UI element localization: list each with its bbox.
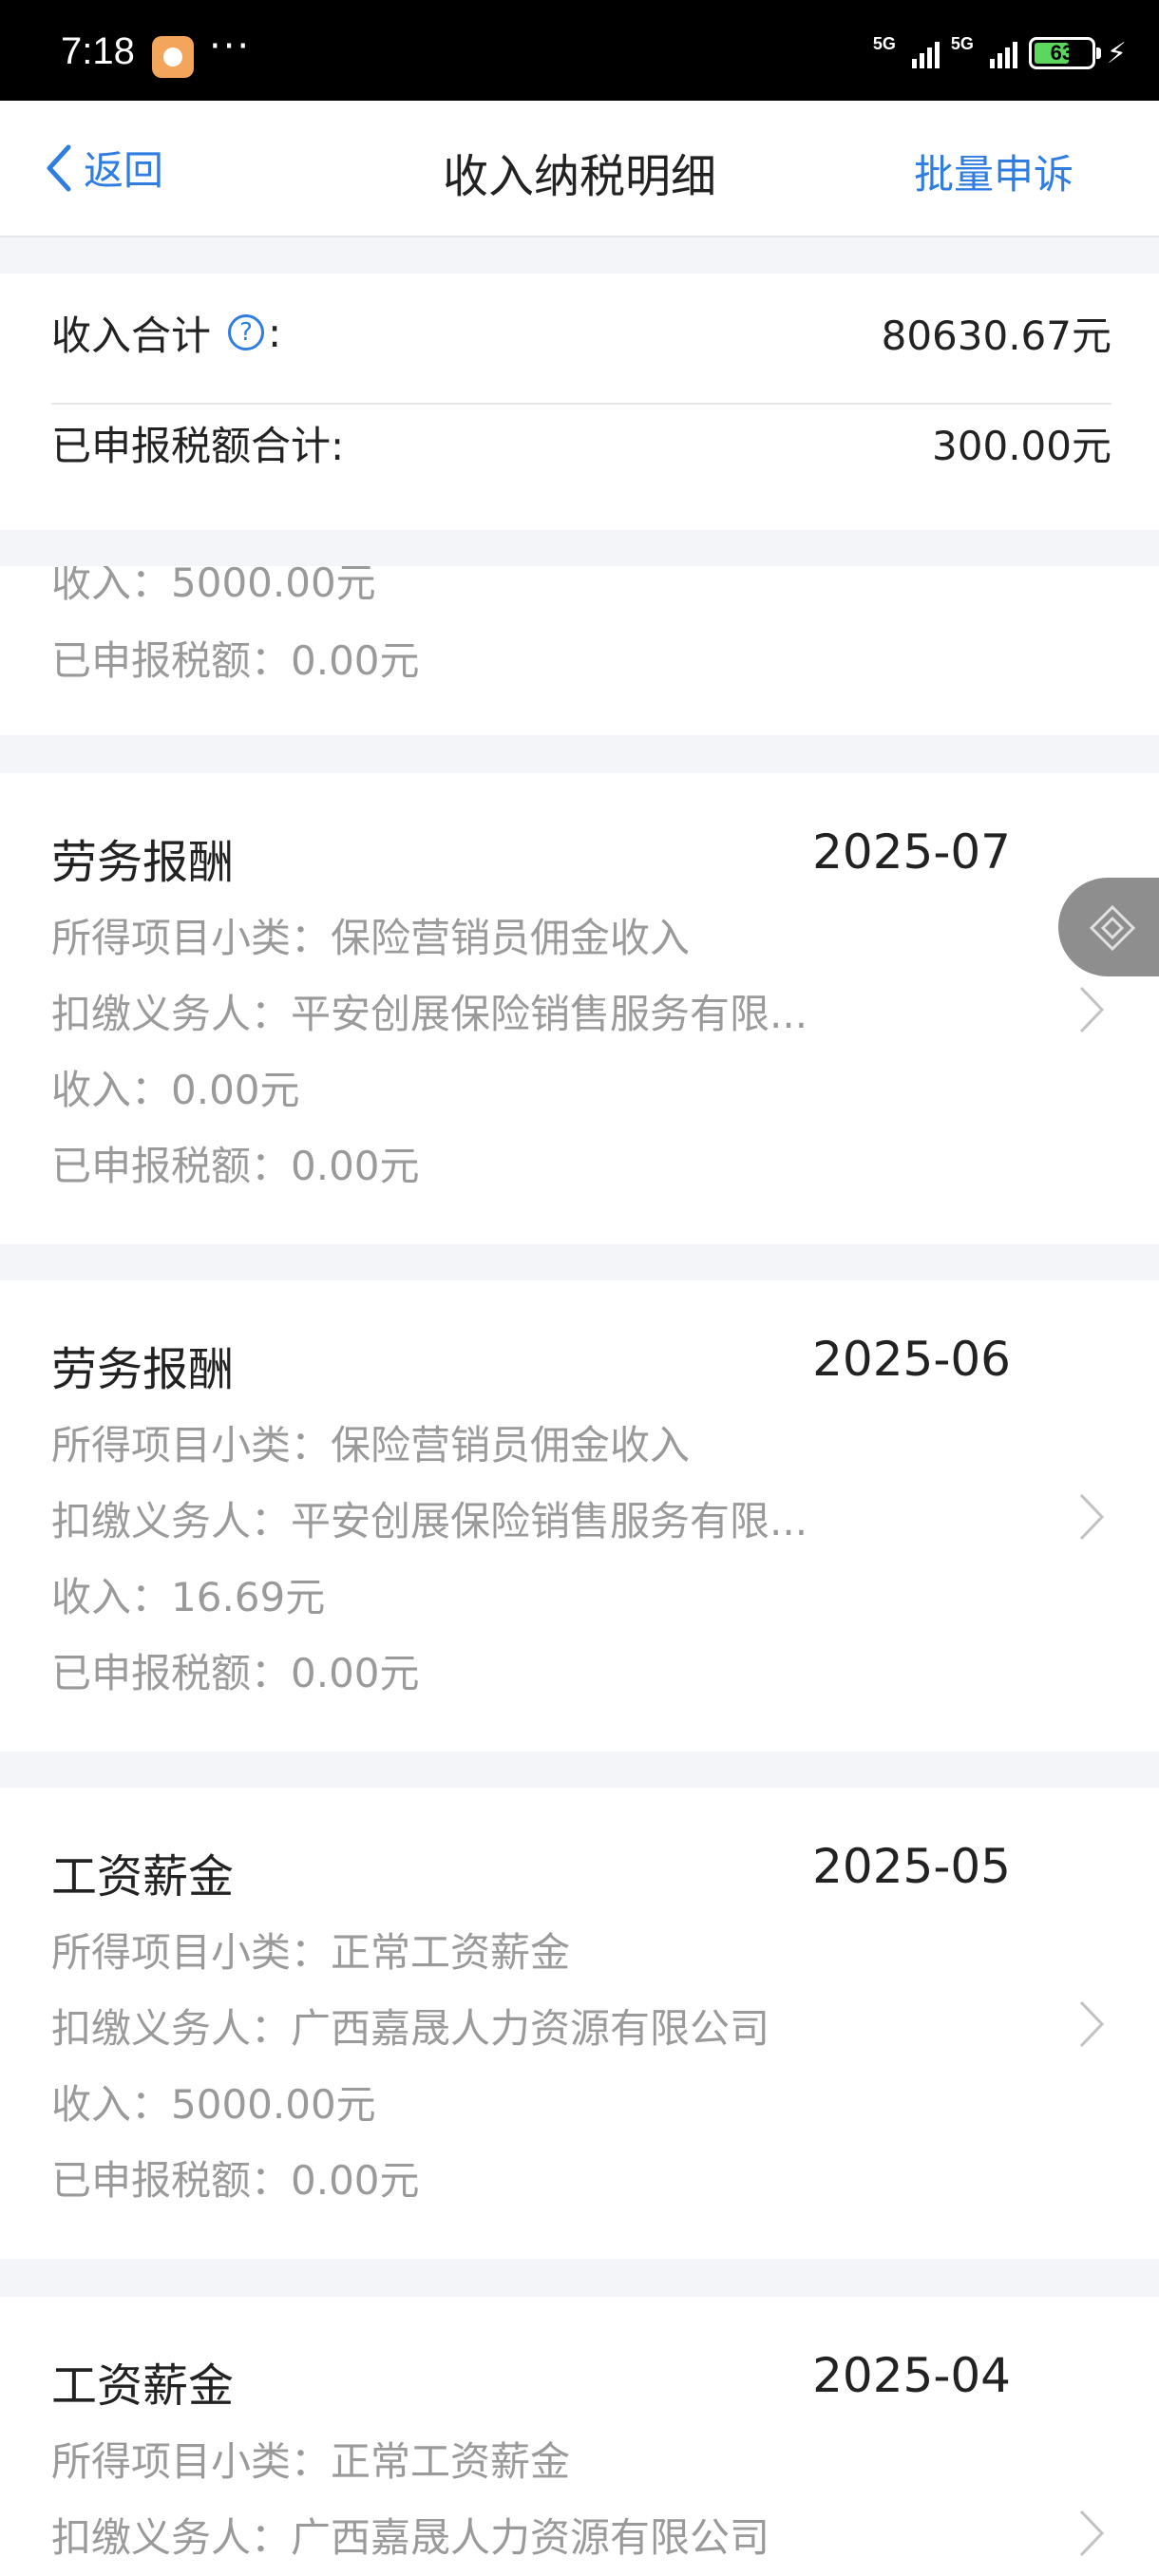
- record-card-partial[interactable]: 收入：5000.00元 已申报税额：0.00元: [0, 566, 1159, 735]
- record-date: 2025-05: [812, 1839, 1011, 1894]
- battery-icon: 63: [1028, 37, 1101, 69]
- record-tax: 已申报税额：0.00元: [51, 2157, 420, 2204]
- batch-appeal-button[interactable]: 批量申诉: [914, 142, 1074, 200]
- record-card[interactable]: 劳务报酬 2025-07 所得项目小类：保险营销员佣金收入 扣缴义务人：平安创展…: [0, 773, 1159, 1244]
- record-title: 劳务报酬: [51, 1343, 235, 1396]
- signal-5g-icon-2: 5G: [951, 34, 1017, 72]
- record-date: 2025-06: [812, 1332, 1011, 1387]
- record-title: 劳务报酬: [51, 836, 235, 889]
- record-subcategory: 所得项目小类：保险营销员佣金收入: [51, 1422, 691, 1468]
- summary-panel: 收入合计 ? : 80630.67元 已申报税额合计: 300.00元: [0, 274, 1159, 530]
- status-time: 7:18: [61, 30, 135, 72]
- record-tax: 已申报税额：0.00元: [51, 1650, 420, 1696]
- status-bar: 7:18 ··· 5G 5G 63 ⚡: [0, 0, 1159, 101]
- record-income: 收入：0.00元: [51, 1067, 300, 1113]
- record-tax: 已申报税额：0.00元: [51, 637, 420, 684]
- record-subcategory: 所得项目小类：正常工资薪金: [51, 2438, 571, 2485]
- record-income: 收入：5000.00元: [51, 566, 376, 606]
- tax-total-row: 已申报税额合计: 300.00元: [51, 395, 1112, 490]
- signal-1-label: 5G: [872, 34, 896, 53]
- chevron-right-icon: [1079, 2510, 1105, 2557]
- battery-level: 63: [1050, 41, 1074, 65]
- help-icon[interactable]: ?: [228, 314, 265, 350]
- floating-assist-button[interactable]: [1058, 878, 1159, 976]
- more-notifications-icon: ···: [209, 25, 252, 68]
- signal-5g-icon: 5G: [873, 34, 940, 72]
- chevron-left-icon: [47, 144, 71, 191]
- tax-total-value: 300.00元: [932, 422, 1112, 469]
- signal-2-label: 5G: [950, 34, 974, 53]
- record-income: 收入：5000.00元: [51, 2081, 376, 2128]
- chevron-right-icon: [1079, 1493, 1105, 1541]
- app-notification-icon: [152, 36, 194, 78]
- record-date: 2025-07: [812, 824, 1011, 880]
- back-button[interactable]: 返回: [42, 139, 163, 197]
- record-withholder: 扣缴义务人：平安创展保险销售服务有限...: [51, 991, 808, 1037]
- record-subcategory: 所得项目小类：正常工资薪金: [51, 1929, 571, 1976]
- income-total-colon: :: [268, 309, 282, 356]
- chevron-right-icon: [1079, 2000, 1105, 2048]
- record-subcategory: 所得项目小类：保险营销员佣金收入: [51, 915, 691, 961]
- record-title: 工资薪金: [51, 1850, 235, 1904]
- record-title: 工资薪金: [51, 2359, 235, 2413]
- record-card[interactable]: 工资薪金 2025-05 所得项目小类：正常工资薪金 扣缴义务人：广西嘉晟人力资…: [0, 1788, 1159, 2259]
- chevron-right-icon: [1079, 986, 1105, 1033]
- record-date: 2025-04: [812, 2348, 1011, 2403]
- income-total-row: 收入合计 ? : 80630.67元: [51, 285, 1112, 380]
- back-label: 返回: [84, 147, 164, 194]
- diamond-icon: [1089, 904, 1136, 952]
- record-withholder: 扣缴义务人：广西嘉晟人力资源有限公司: [51, 2005, 770, 2052]
- record-withholder: 扣缴义务人：平安创展保险销售服务有限...: [51, 1498, 808, 1544]
- record-card[interactable]: 工资薪金 2025-04 所得项目小类：正常工资薪金 扣缴义务人：广西嘉晟人力资…: [0, 2297, 1159, 2576]
- income-total-label: 收入合计: [51, 312, 212, 359]
- nav-bar: 返回 收入纳税明细 批量申诉: [0, 101, 1159, 237]
- record-card[interactable]: 劳务报酬 2025-06 所得项目小类：保险营销员佣金收入 扣缴义务人：平安创展…: [0, 1280, 1159, 1752]
- tax-total-label: 已申报税额合计:: [51, 422, 345, 469]
- record-withholder: 扣缴义务人：广西嘉晟人力资源有限公司: [51, 2514, 770, 2561]
- income-total-value: 80630.67元: [881, 312, 1112, 359]
- record-tax: 已申报税额：0.00元: [51, 1143, 420, 1189]
- record-income: 收入：16.69元: [51, 1574, 326, 1620]
- charging-icon: ⚡: [1106, 36, 1127, 70]
